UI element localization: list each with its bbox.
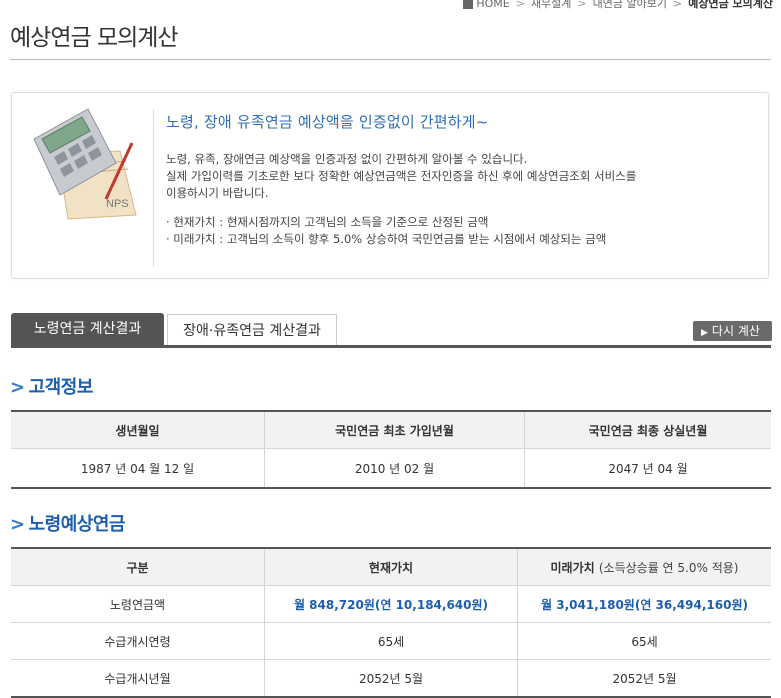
breadcrumb-item-1[interactable]: 재무설계 [531, 0, 571, 10]
chevron-right-icon: > [672, 0, 683, 10]
current-start-age: 65세 [264, 622, 518, 660]
customer-section-label: 고객정보 [28, 377, 94, 398]
title-divider [10, 59, 771, 60]
header-future-note: (소득상승률 연 5.0% 적용) [598, 560, 739, 575]
recalculate-label: 다시 계산 [711, 324, 760, 338]
intro-para-1: 노령, 유족, 장애연금 예상액을 인증과정 없이 간편하게 알아볼 수 있습니… [166, 152, 528, 166]
home-icon[interactable] [463, 0, 474, 9]
intro-bullet-current: · 현재가치 : 현재시점까지의 고객님의 소득을 기준으로 산정된 금액 [166, 215, 489, 229]
value-first-join: 2010 년 02 월 [264, 448, 525, 489]
calculator-icon: NPS [33, 108, 137, 220]
customer-info-table: 생년월일 국민연금 최초 가입년월 국민연금 최종 상실년월 1987 년 04… [11, 410, 771, 489]
intro-box: NPS 노령, 장애 유족연금 예상액을 인증없이 간편하게~ 노령, 유족, … [11, 92, 769, 279]
chevron-right-icon: > [577, 0, 587, 10]
pension-section-title: > 노령예상연금 [10, 510, 125, 536]
breadcrumb-home[interactable]: HOME [476, 0, 509, 10]
customer-section-title: > 고객정보 [10, 373, 93, 399]
value-last-loss: 2047 년 04 월 [524, 448, 771, 489]
header-future-value: 미래가치 (소득상승률 연 5.0% 적용) [517, 548, 771, 586]
nps-label: NPS [106, 198, 129, 210]
future-start-date: 2052년 5월 [517, 659, 771, 698]
tab-old-age-pension[interactable]: 노령연금 계산결과 [11, 313, 164, 345]
row-label: 노령연금액 [11, 585, 265, 623]
breadcrumb-item-2[interactable]: 내연금 알아보기 [593, 0, 667, 10]
intro-para-3: 이용하시기 바랍니다. [166, 186, 269, 200]
intro-bullet-future: · 미래가치 : 고객님의 소득이 향후 5.0% 상승하여 국민연금를 받는 … [166, 232, 607, 246]
value-birthdate: 1987 년 04 월 12 일 [11, 448, 265, 489]
tab-disability-survivor-pension[interactable]: 장애·유족연금 계산결과 [167, 314, 337, 345]
future-start-age: 65세 [517, 622, 771, 660]
breadcrumb: HOME > 재무설계 > 내연금 알아보기 > 예상연금 모의계산 [463, 0, 773, 11]
row-label: 수급개시년월 [11, 659, 265, 698]
chevron-right-icon: > [515, 0, 525, 10]
row-label: 수급개시연령 [11, 622, 265, 660]
current-start-date: 2052년 5월 [264, 659, 518, 698]
intro-headline: 노령, 장애 유족연금 예상액을 인증없이 간편하게~ [166, 113, 489, 131]
vertical-divider [153, 109, 154, 267]
recalculate-button[interactable]: ▶ 다시 계산 [693, 321, 772, 341]
header-future-label: 미래가치 [550, 560, 595, 575]
pension-result-table: 구분 현재가치 미래가치 (소득상승률 연 5.0% 적용) 노령연금액 월 8… [11, 547, 771, 698]
header-last-loss: 국민연금 최종 상실년월 [524, 411, 771, 449]
chevron-right-icon: > [10, 377, 25, 398]
breadcrumb-current: 예상연금 모의계산 [688, 0, 773, 10]
header-current-value: 현재가치 [264, 548, 518, 586]
result-tabs: 노령연금 계산결과 장애·유족연금 계산결과 [11, 313, 771, 348]
header-first-join: 국민연금 최초 가입년월 [264, 411, 525, 449]
header-birthdate: 생년월일 [11, 411, 265, 449]
intro-para-2: 실제 가입이력를 기초로한 보다 정확한 예상연금액은 전자인증을 하신 후에 … [166, 169, 637, 183]
header-category: 구분 [11, 548, 265, 586]
pension-section-label: 노령예상연금 [28, 514, 126, 535]
chevron-right-icon: > [10, 514, 25, 535]
page-title: 예상연금 모의계산 [10, 25, 179, 51]
future-amount: 월 3,041,180원(연 36,494,160원) [517, 585, 771, 623]
current-amount: 월 848,720원(연 10,184,640원) [264, 585, 518, 623]
arrow-right-icon: ▶ [701, 328, 708, 338]
